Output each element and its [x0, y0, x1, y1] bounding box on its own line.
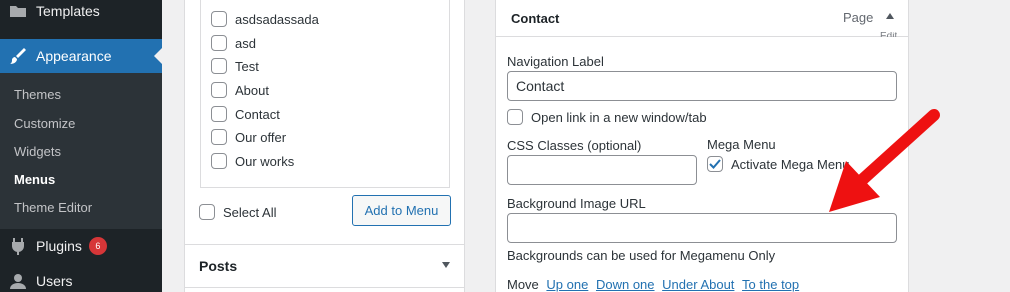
background-help-text: Backgrounds can be used for Megamenu Onl…	[507, 248, 776, 263]
folder-icon	[0, 3, 36, 19]
pages-checklist[interactable]: asdsadassada asd Test About Contact Our …	[200, 0, 450, 188]
page-checkbox[interactable]	[211, 35, 227, 51]
page-label: Our works	[235, 153, 295, 169]
submenu-item-menus[interactable]: Menus	[14, 172, 55, 187]
activate-mega-menu-option[interactable]: Activate Mega Menu	[707, 156, 850, 172]
edit-link[interactable]: Edit	[880, 32, 897, 37]
page-label: Contact	[235, 106, 280, 122]
submenu-item-customize[interactable]: Customize	[14, 116, 75, 131]
sidebar-item-templates[interactable]: Templates	[0, 0, 162, 28]
menu-item-type: Page	[843, 10, 874, 25]
page-checkbox[interactable]	[211, 106, 227, 122]
navigation-label-input[interactable]: Contact	[507, 71, 897, 101]
move-down-one-link[interactable]: Down one	[596, 277, 655, 292]
move-controls: Move Up one Down one Under About To the …	[507, 277, 799, 292]
list-item[interactable]: Our offer	[211, 128, 286, 146]
chevron-up-icon[interactable]	[886, 13, 894, 19]
paintbrush-icon	[0, 47, 36, 65]
chevron-down-icon[interactable]	[442, 262, 450, 268]
list-item[interactable]: Test	[211, 57, 259, 75]
select-all-label: Select All	[223, 204, 277, 220]
section-title: Posts	[199, 258, 238, 274]
page-label: Test	[235, 58, 259, 74]
page-checkbox[interactable]	[211, 82, 227, 98]
sidebar-item-label: Users	[36, 273, 73, 289]
select-all-checkbox[interactable]	[199, 204, 215, 220]
sidebar-item-users[interactable]: Users	[0, 264, 162, 292]
move-label: Move	[507, 277, 539, 292]
navigation-label-label: Navigation Label	[507, 54, 604, 69]
page-label: asdsadassada	[235, 11, 319, 27]
activate-mega-menu-label: Activate Mega Menu	[731, 156, 850, 172]
appearance-submenu: Themes Customize Widgets Menus Theme Edi…	[0, 73, 162, 229]
page-label: Our offer	[235, 129, 287, 145]
page-label: asd	[235, 35, 256, 51]
list-item[interactable]: Contact	[211, 105, 280, 123]
background-image-input[interactable]	[507, 213, 897, 243]
list-item[interactable]: Our works	[211, 152, 294, 170]
checkmark-icon	[709, 159, 721, 169]
move-under-about-link[interactable]: Under About	[662, 277, 734, 292]
sidebar-item-label: Templates	[36, 3, 100, 19]
submenu-item-widgets[interactable]: Widgets	[14, 144, 61, 159]
select-all[interactable]: Select All	[199, 204, 276, 220]
sidebar-item-label: Appearance	[36, 48, 112, 64]
new-window-label: Open link in a new window/tab	[531, 109, 707, 125]
menu-item-settings: Contact Page Edit Navigation Label Conta…	[495, 0, 909, 292]
new-window-option[interactable]: Open link in a new window/tab	[507, 109, 707, 125]
submenu-item-theme-editor[interactable]: Theme Editor	[14, 200, 92, 215]
sidebar-item-plugins[interactable]: Plugins 6	[0, 229, 162, 263]
plug-icon	[0, 237, 36, 255]
page-checkbox[interactable]	[211, 11, 227, 27]
sidebar-item-appearance[interactable]: Appearance	[0, 39, 162, 73]
update-count-badge: 6	[88, 237, 107, 255]
list-item[interactable]: About	[211, 81, 269, 99]
admin-sidebar: Templates Appearance Themes Customize Wi…	[0, 0, 162, 292]
add-to-menu-button[interactable]: Add to Menu	[352, 195, 451, 226]
css-classes-label: CSS Classes (optional)	[507, 138, 642, 153]
menu-item-title: Contact	[511, 11, 560, 26]
background-image-label: Background Image URL	[507, 196, 646, 211]
move-to-top-link[interactable]: To the top	[742, 277, 799, 292]
menu-item-header[interactable]: Contact Page Edit	[496, 0, 908, 37]
sidebar-item-label: Plugins	[36, 238, 82, 254]
mega-menu-label: Mega Menu	[707, 137, 776, 152]
list-item[interactable]: asd	[211, 34, 256, 52]
page-checkbox[interactable]	[211, 58, 227, 74]
activate-mega-menu-checkbox[interactable]	[707, 156, 723, 172]
page-checkbox[interactable]	[211, 153, 227, 169]
posts-accordion[interactable]: Posts	[185, 244, 464, 288]
page-checkbox[interactable]	[211, 129, 227, 145]
user-icon	[0, 273, 36, 289]
new-window-checkbox[interactable]	[507, 109, 523, 125]
css-classes-input[interactable]	[507, 155, 697, 185]
submenu-item-themes[interactable]: Themes	[14, 87, 61, 102]
page-label: About	[235, 82, 269, 98]
add-menu-items-panel: asdsadassada asd Test About Contact Our …	[184, 0, 465, 292]
move-up-one-link[interactable]: Up one	[546, 277, 588, 292]
list-item[interactable]: asdsadassada	[211, 10, 319, 28]
